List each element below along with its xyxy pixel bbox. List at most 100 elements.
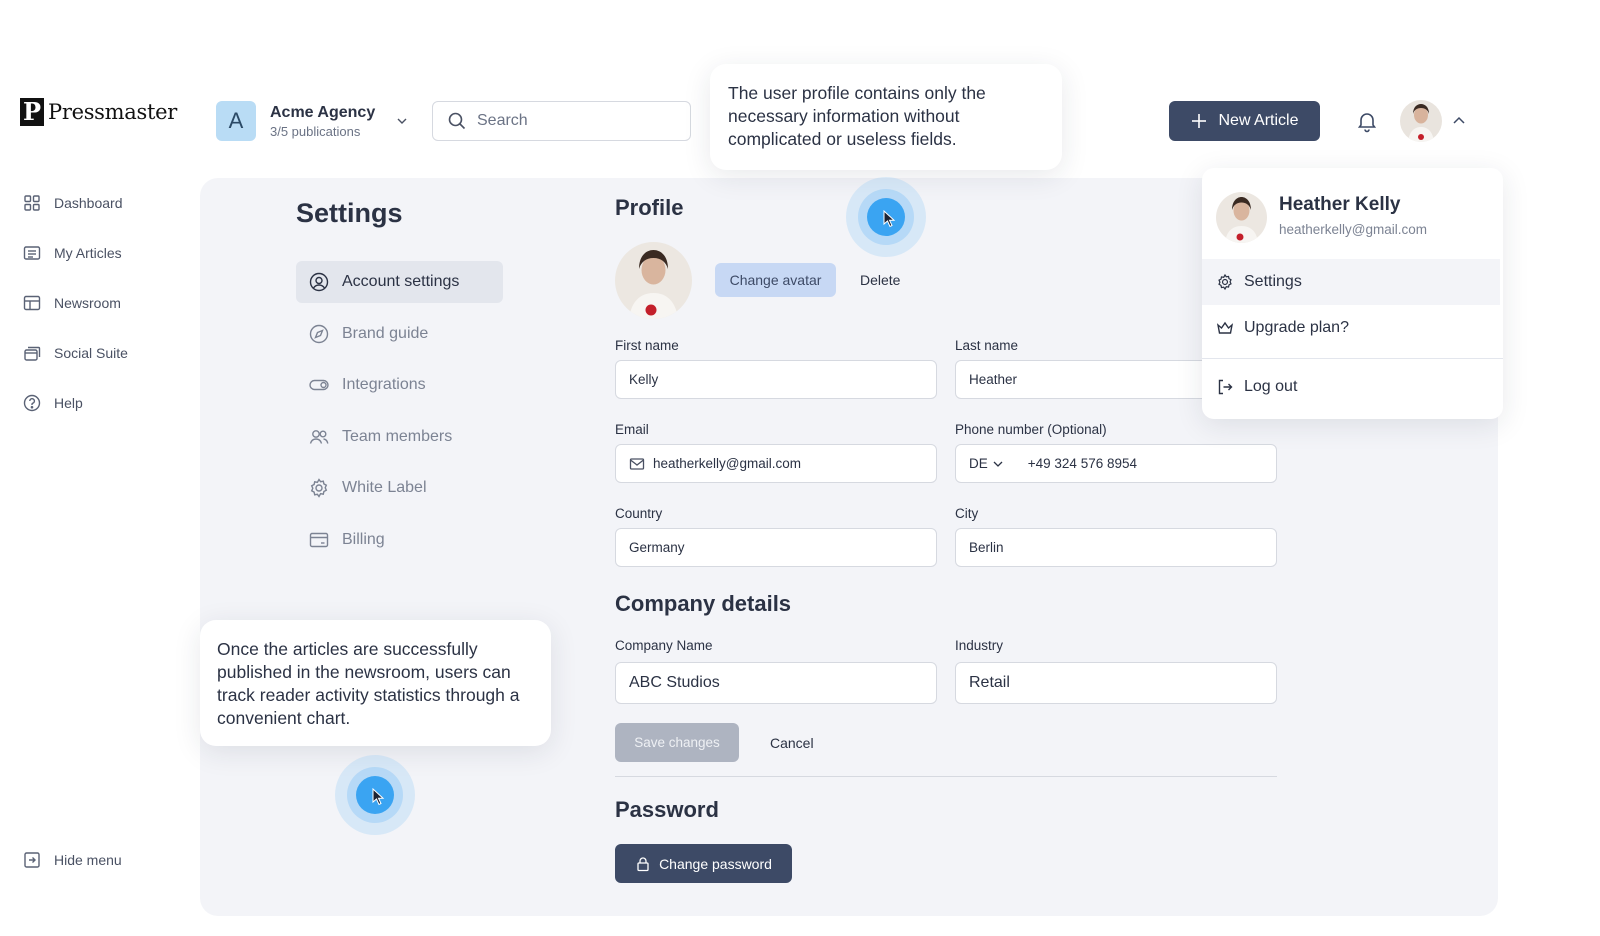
industry-label: Industry	[955, 638, 1004, 653]
articles-icon	[23, 246, 41, 260]
hide-menu-label: Hide menu	[54, 852, 122, 868]
settings-item-label: Brand guide	[342, 324, 429, 342]
industry-input[interactable]	[969, 674, 1263, 692]
delete-avatar-button[interactable]: Delete	[852, 263, 908, 297]
settings-item-label: White Label	[342, 479, 427, 496]
sidebar-item-social-suite[interactable]: Social Suite	[22, 340, 192, 366]
settings-item-label: Team members	[342, 427, 453, 445]
gear-icon	[1218, 273, 1232, 291]
settings-item-brand-guide[interactable]: Brand guide	[296, 313, 503, 355]
plus-icon	[1192, 114, 1207, 128]
layout-icon	[23, 295, 41, 311]
chevron-up-icon[interactable]	[1451, 113, 1467, 129]
lock-icon	[637, 856, 649, 871]
country-code-select[interactable]: DE	[969, 456, 1004, 471]
tooltip-profile: The user profile contains only the neces…	[710, 64, 1062, 170]
agency-avatar: A	[216, 101, 256, 141]
menu-item-log-out[interactable]: Log out	[1202, 364, 1500, 410]
company-heading: Company details	[615, 591, 792, 616]
user-email: heatherkelly@gmail.com	[1279, 222, 1428, 237]
city-label: City	[955, 506, 979, 521]
sidebar-item-help[interactable]: Help	[22, 390, 192, 416]
sidebar-item-dashboard[interactable]: Dashboard	[22, 190, 192, 216]
agency-selector[interactable]: A Acme Agency 3/5 publications	[216, 101, 409, 141]
bell-icon[interactable]	[1355, 109, 1379, 133]
search-input[interactable]	[477, 112, 667, 130]
help-icon	[23, 394, 41, 412]
phone-label: Phone number (Optional)	[955, 422, 1107, 437]
user-menu-dropdown: Heather Kelly heatherkelly@gmail.com Set…	[1202, 168, 1503, 419]
logo-text: Pressmaster	[48, 100, 177, 124]
country-field	[615, 528, 937, 567]
company-name-field	[615, 662, 937, 704]
profile-avatar	[615, 242, 692, 319]
sidebar-item-label: Social Suite	[54, 345, 128, 361]
user-avatar[interactable]	[1400, 100, 1442, 142]
agency-name: Acme Agency	[270, 103, 376, 121]
brand-logo[interactable]: P Pressmaster	[20, 98, 177, 126]
settings-item-account[interactable]: Account settings	[296, 261, 503, 303]
sidebar-item-label: Dashboard	[54, 195, 123, 211]
cancel-button[interactable]: Cancel	[760, 723, 824, 762]
sidebar-item-label: Help	[54, 395, 83, 411]
chevron-down-icon	[993, 461, 1003, 467]
change-password-label: Change password	[659, 855, 772, 872]
country-label: Country	[615, 506, 663, 521]
settings-item-billing[interactable]: Billing	[296, 519, 503, 561]
email-input[interactable]	[653, 456, 923, 471]
menu-item-settings[interactable]: Settings	[1202, 259, 1500, 305]
mail-icon	[629, 457, 645, 470]
industry-field	[955, 662, 1277, 704]
settings-item-label: Billing	[342, 530, 385, 548]
chevron-down-icon	[397, 118, 407, 124]
first-name-input[interactable]	[629, 372, 923, 387]
search-box[interactable]	[432, 101, 691, 141]
collapse-icon	[24, 852, 40, 868]
menu-item-label: Upgrade plan?	[1244, 319, 1349, 336]
profile-heading: Profile	[615, 195, 684, 220]
save-changes-button[interactable]: Save changes	[615, 723, 739, 762]
cursor-highlight	[846, 177, 926, 257]
last-name-label: Last name	[955, 338, 1019, 353]
city-input[interactable]	[969, 540, 1263, 555]
change-avatar-button[interactable]: Change avatar	[715, 263, 836, 297]
cursor-icon	[372, 788, 385, 806]
menu-item-label: Log out	[1244, 378, 1298, 395]
sidebar-item-my-articles[interactable]: My Articles	[22, 240, 192, 266]
country-input[interactable]	[629, 540, 923, 555]
company-name-label: Company Name	[615, 638, 713, 653]
users-icon	[309, 429, 329, 444]
sidebar-item-label: Newsroom	[54, 295, 121, 311]
stack-icon	[24, 346, 41, 361]
menu-divider	[1202, 358, 1503, 359]
cursor-icon	[883, 210, 896, 228]
new-article-label: New Article	[1218, 112, 1299, 129]
company-name-input[interactable]	[629, 674, 923, 692]
phone-input[interactable]	[1027, 456, 1263, 471]
settings-item-label: Account settings	[342, 273, 460, 290]
settings-item-team-members[interactable]: Team members	[296, 416, 503, 458]
city-field	[955, 528, 1277, 567]
user-circle-icon	[309, 272, 329, 292]
phone-field: DE	[955, 444, 1277, 483]
hide-menu-button[interactable]: Hide menu	[22, 850, 122, 870]
crown-icon	[1216, 321, 1234, 334]
page-title: Settings	[296, 198, 403, 228]
first-name-field	[615, 360, 937, 399]
first-name-label: First name	[615, 338, 679, 353]
settings-item-label: Integrations	[342, 376, 426, 393]
logo-mark: P	[20, 98, 44, 126]
compass-icon	[309, 324, 329, 343]
settings-item-integrations[interactable]: Integrations	[296, 364, 503, 406]
email-label: Email	[615, 422, 649, 437]
card-icon	[309, 532, 329, 547]
avatar-image	[1400, 100, 1442, 142]
grid-icon	[24, 195, 40, 211]
menu-item-upgrade-plan[interactable]: Upgrade plan?	[1202, 305, 1500, 351]
settings-item-white-label[interactable]: White Label	[296, 467, 503, 509]
sidebar-item-newsroom[interactable]: Newsroom	[22, 290, 192, 316]
new-article-button[interactable]: New Article	[1169, 101, 1320, 141]
search-icon	[448, 112, 466, 130]
change-password-button[interactable]: Change password	[615, 844, 792, 883]
logout-icon	[1218, 379, 1233, 395]
